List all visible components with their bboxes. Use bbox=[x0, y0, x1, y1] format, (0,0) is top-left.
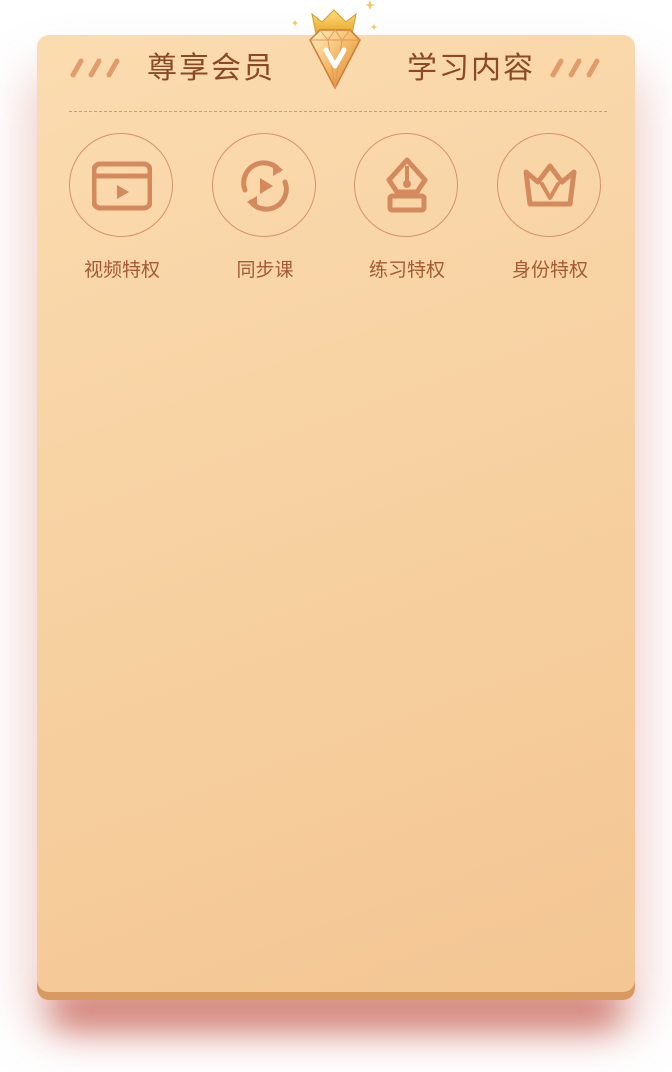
feature-icon-circle bbox=[497, 133, 601, 237]
header-title-right: 学习内容 bbox=[407, 51, 535, 86]
slashes-decoration-left-icon bbox=[70, 58, 120, 78]
feature-icon-circle bbox=[69, 133, 173, 237]
header-divider bbox=[69, 111, 607, 112]
feature-label: 视频特权 bbox=[83, 259, 160, 281]
crown-gem-badge-icon bbox=[292, 0, 377, 90]
crown-v-icon bbox=[523, 163, 577, 207]
member-benefits-panel: 尊享会员 学习内容 视频特权 同步课 练习特权 身份特权 bbox=[0, 0, 672, 1072]
feature-icon-circle bbox=[212, 133, 316, 237]
feature-label: 身份特权 bbox=[511, 259, 588, 281]
benefits-card: 尊享会员 学习内容 视频特权 同步课 练习特权 身份特权 bbox=[37, 35, 635, 992]
feature-sync-course[interactable]: 同步课 bbox=[212, 133, 318, 293]
feature-label: 同步课 bbox=[236, 259, 294, 281]
feature-icon-circle bbox=[354, 133, 458, 237]
feature-video[interactable]: 视频特权 bbox=[69, 133, 175, 293]
sync-play-icon bbox=[241, 160, 289, 212]
feature-grid: 视频特权 同步课 练习特权 身份特权 bbox=[69, 133, 607, 293]
slashes-decoration-right-icon bbox=[550, 58, 600, 78]
feature-practice[interactable]: 练习特权 bbox=[354, 133, 460, 293]
feature-identity[interactable]: 身份特权 bbox=[497, 133, 603, 293]
feature-label: 练习特权 bbox=[368, 259, 445, 281]
video-icon bbox=[92, 161, 152, 211]
header-title-left: 尊享会员 bbox=[147, 51, 275, 86]
pen-nib-icon bbox=[386, 157, 428, 213]
